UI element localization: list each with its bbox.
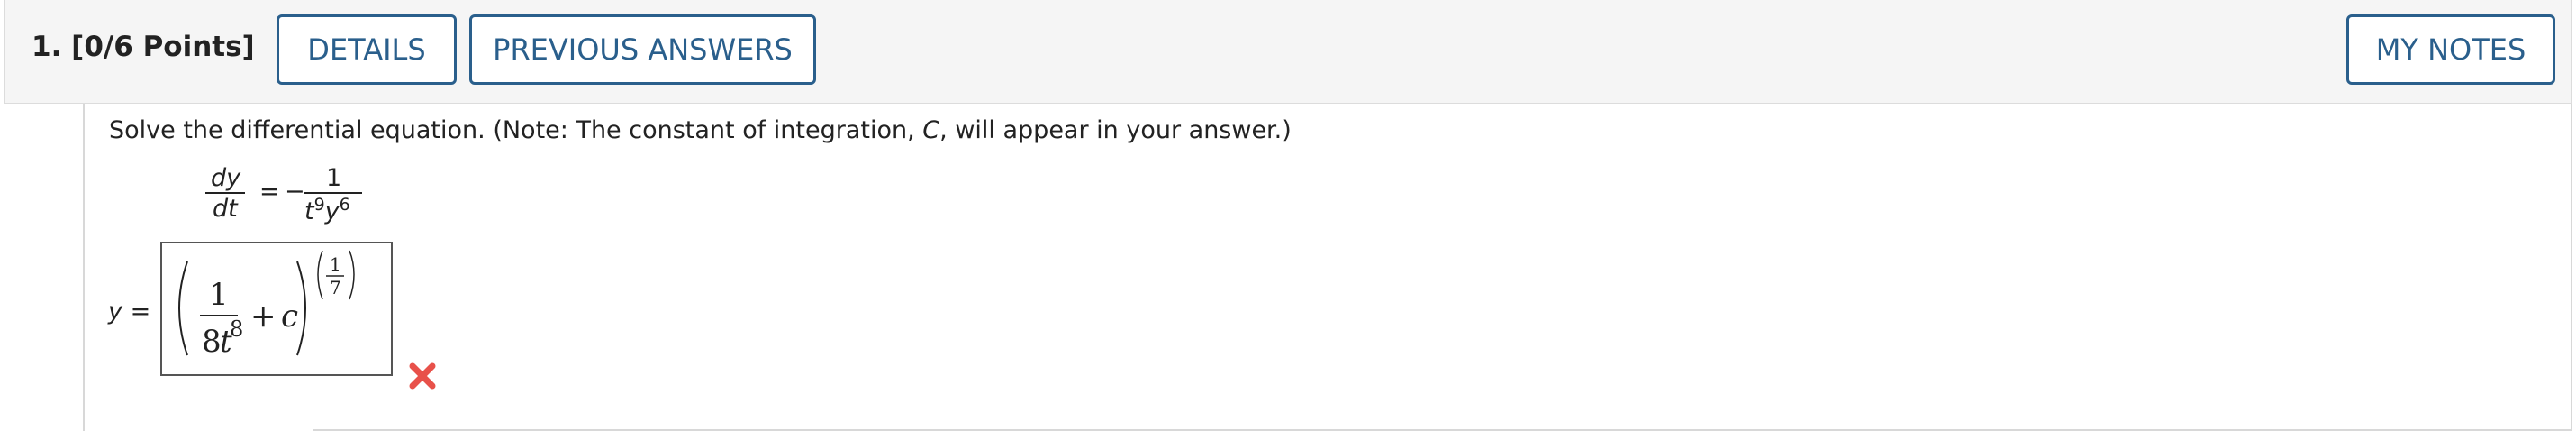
rhs-denominator: t9y6 bbox=[304, 195, 350, 225]
question-header: 1. [0/6 Points] DETAILS PREVIOUS ANSWERS… bbox=[4, 0, 2572, 104]
inner-denominator-coeff: 8 bbox=[202, 324, 222, 360]
my-notes-button[interactable]: MY NOTES bbox=[2346, 14, 2555, 85]
constant-variable: C bbox=[922, 116, 940, 144]
constant-c: c bbox=[281, 298, 298, 335]
rhs-fraction-bar bbox=[304, 192, 362, 194]
incorrect-x-icon bbox=[407, 361, 438, 391]
question-title: 1. [0/6 Points] bbox=[32, 31, 255, 63]
question-prompt: Solve the differential equation. (Note: … bbox=[109, 116, 1292, 144]
question-points: [0/6 Points] bbox=[71, 31, 255, 63]
answer-input[interactable]: 1 8 t 8 + c 1 7 bbox=[160, 242, 393, 376]
minus-sign: − bbox=[285, 178, 305, 206]
lhs-fraction-bar bbox=[205, 192, 245, 194]
outer-exp-numerator: 1 bbox=[330, 253, 341, 275]
lhs-denominator: dt bbox=[213, 195, 238, 223]
answer-label: y = bbox=[108, 298, 151, 326]
outer-exp-denominator: 7 bbox=[330, 277, 341, 298]
equals-sign: = bbox=[259, 178, 280, 206]
rhs-numerator: 1 bbox=[326, 164, 342, 192]
answer-math: 1 8 t 8 + c 1 7 bbox=[178, 250, 355, 360]
details-button[interactable]: DETAILS bbox=[277, 14, 457, 85]
inner-denominator-exp: 8 bbox=[230, 316, 243, 342]
inner-numerator: 1 bbox=[209, 277, 229, 313]
question-number: 1. bbox=[32, 31, 62, 63]
previous-answers-button[interactable]: PREVIOUS ANSWERS bbox=[469, 14, 816, 85]
question-body bbox=[83, 104, 2572, 431]
lhs-numerator: dy bbox=[211, 164, 241, 192]
plus-sign: + bbox=[250, 298, 277, 335]
